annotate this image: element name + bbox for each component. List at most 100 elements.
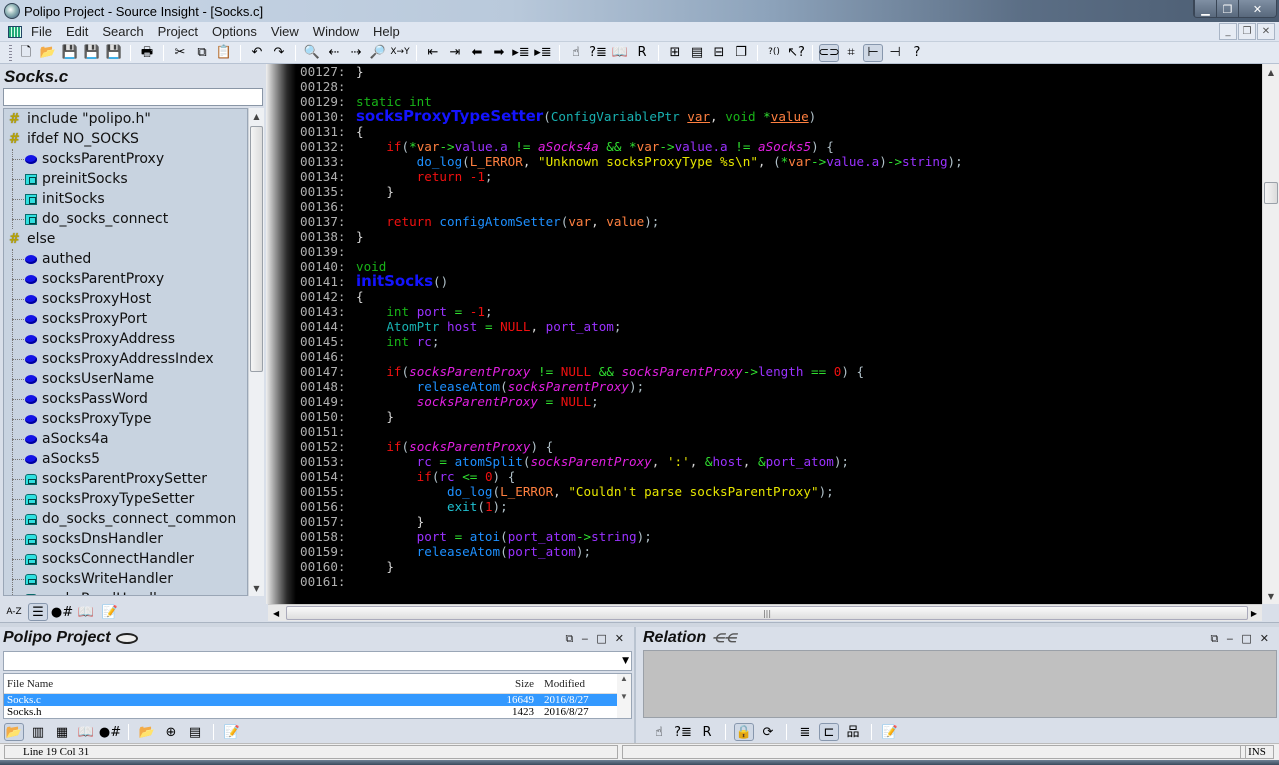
search-forward-button[interactable]: ⇢ bbox=[346, 44, 366, 62]
symbol-list-item[interactable]: do_socks_connect_common bbox=[4, 509, 247, 529]
symbol-list-item[interactable]: socksDnsHandler bbox=[4, 529, 247, 549]
symbol-list-item[interactable]: socksParentProxy bbox=[4, 149, 247, 169]
go-forward-button[interactable]: ➡ bbox=[489, 44, 509, 62]
copy-button[interactable]: ⧉ bbox=[192, 44, 212, 62]
symbol-list-item[interactable]: do_socks_connect bbox=[4, 209, 247, 229]
symbol-types-button[interactable]: ●# bbox=[99, 723, 121, 741]
panel-properties-button[interactable]: 📝 bbox=[222, 723, 242, 741]
open-folder-button[interactable]: 📂 bbox=[38, 44, 58, 62]
new-file-button[interactable]: 🗋 bbox=[16, 44, 36, 62]
symbol-list-item[interactable]: socksUserName bbox=[4, 369, 247, 389]
symbol-list-item[interactable]: authed bbox=[4, 249, 247, 269]
jump-to-caller-button[interactable]: ▸≣ bbox=[511, 44, 531, 62]
help-topics-button[interactable]: ? bbox=[907, 44, 927, 62]
save-as-button[interactable]: 💾 bbox=[82, 44, 102, 62]
symbol-info-button[interactable]: ?≣ bbox=[673, 723, 693, 741]
open-project-button[interactable]: 📂 bbox=[137, 723, 157, 741]
editor-vertical-scrollbar[interactable]: ▲ ▼ bbox=[1262, 64, 1279, 604]
symbol-list-item[interactable]: aSocks4a bbox=[4, 429, 247, 449]
symbol-list-scrollbar[interactable]: ▲ ▼ bbox=[248, 108, 264, 596]
column-file-name[interactable]: File Name bbox=[4, 678, 474, 690]
outline-view-button[interactable]: ≣ bbox=[795, 723, 815, 741]
column-size[interactable]: Size bbox=[474, 678, 538, 690]
file-directory-button[interactable]: ▥ bbox=[28, 723, 48, 741]
panel-properties-button[interactable]: 📝 bbox=[100, 603, 120, 621]
float-panel-button[interactable]: ⧉ bbox=[1211, 632, 1219, 646]
document-menu-icon[interactable] bbox=[8, 25, 22, 38]
cut-button[interactable]: ✂ bbox=[170, 44, 190, 62]
menu-edit[interactable]: Edit bbox=[59, 24, 95, 39]
browse-project-symbols-button[interactable]: 📖 bbox=[610, 44, 630, 62]
next-bookmark-button[interactable]: ⇥ bbox=[445, 44, 465, 62]
symbol-list-item[interactable]: preinitSocks bbox=[4, 169, 247, 189]
close-window-button[interactable]: ✕ bbox=[1238, 0, 1276, 17]
symbol-list-item[interactable]: socksProxyTypeSetter bbox=[4, 489, 247, 509]
search-backward-button[interactable]: ⇠ bbox=[324, 44, 344, 62]
symbol-list-item[interactable]: socksProxyHost bbox=[4, 289, 247, 309]
lookup-references-button[interactable]: ☝ bbox=[566, 44, 586, 62]
symbol-list-item[interactable]: socksProxyAddress bbox=[4, 329, 247, 349]
paste-button[interactable]: 📋 bbox=[214, 44, 234, 62]
maximize-panel-button[interactable]: □ bbox=[1241, 632, 1251, 646]
symbol-list-item[interactable]: socksPassWord bbox=[4, 389, 247, 409]
menu-project[interactable]: Project bbox=[151, 24, 205, 39]
symbol-list-item[interactable]: # include "polipo.h" bbox=[4, 109, 247, 129]
redo-button[interactable]: ↷ bbox=[269, 44, 289, 62]
symbol-list-item[interactable]: socksProxyAddressIndex bbox=[4, 349, 247, 369]
symbol-list-item[interactable]: # else bbox=[4, 229, 247, 249]
symbol-list-item[interactable]: aSocks5 bbox=[4, 449, 247, 469]
project-report-button[interactable]: ▤ bbox=[185, 723, 205, 741]
vertical-graph-button[interactable]: 品 bbox=[843, 723, 863, 741]
scroll-left-arrow[interactable]: ◀ bbox=[273, 609, 279, 618]
print-button[interactable]: 🖶 bbox=[137, 44, 157, 62]
file-list-row[interactable]: Socks.h 1423 2016/8/27 bbox=[4, 706, 631, 718]
menu-view[interactable]: View bbox=[264, 24, 306, 39]
relation-graph-area[interactable] bbox=[643, 650, 1277, 718]
symbol-list-item[interactable]: socksProxyType bbox=[4, 409, 247, 429]
symbol-list-item[interactable]: socksWriteHandler bbox=[4, 569, 247, 589]
symbol-list-item[interactable]: socksParentProxySetter bbox=[4, 469, 247, 489]
lock-button[interactable]: 🔒 bbox=[734, 723, 754, 741]
undo-button[interactable]: ↶ bbox=[247, 44, 267, 62]
menu-help[interactable]: Help bbox=[366, 24, 407, 39]
go-back-button[interactable]: ⬅ bbox=[467, 44, 487, 62]
browse-button[interactable]: 📖 bbox=[76, 603, 96, 621]
minimize-panel-button[interactable]: ‒ bbox=[1226, 632, 1233, 646]
menu-options[interactable]: Options bbox=[205, 24, 264, 39]
panel-properties-button[interactable]: 📝 bbox=[880, 723, 900, 741]
split-window-button[interactable]: ⊟ bbox=[709, 44, 729, 62]
relation-button[interactable]: R bbox=[697, 723, 717, 741]
maximize-panel-button[interactable]: □ bbox=[596, 632, 606, 646]
browse-button[interactable]: 📖 bbox=[76, 723, 96, 741]
context-window-button[interactable]: ⌗ bbox=[841, 44, 861, 62]
symbol-list-item[interactable]: initSocks bbox=[4, 189, 247, 209]
float-panel-button[interactable]: ⧉ bbox=[566, 632, 574, 646]
scroll-thumb[interactable] bbox=[1264, 182, 1278, 204]
file-list-row[interactable]: Socks.c 16649 2016/8/27 bbox=[4, 694, 631, 706]
file-list-button[interactable]: 📂 bbox=[4, 723, 24, 741]
minimize-panel-button[interactable]: ‒ bbox=[581, 632, 588, 646]
symbol-list-item[interactable]: socksReadHandler bbox=[4, 589, 247, 595]
symbol-list-item[interactable]: socksConnectHandler bbox=[4, 549, 247, 569]
symbol-list-item[interactable]: # ifdef NO_SOCKS bbox=[4, 129, 247, 149]
save-all-button[interactable]: 💾 bbox=[104, 44, 124, 62]
scroll-up-arrow[interactable]: ▲ bbox=[249, 108, 264, 124]
menu-search[interactable]: Search bbox=[95, 24, 150, 39]
column-modified[interactable]: Modified bbox=[538, 678, 610, 690]
mdi-minimize-button[interactable]: _ bbox=[1219, 23, 1237, 40]
project-window-button[interactable]: ⊂⊃ bbox=[818, 43, 840, 62]
mdi-close-button[interactable]: ✕ bbox=[1257, 23, 1275, 40]
menu-window[interactable]: Window bbox=[306, 24, 366, 39]
file-list-scrollbar[interactable]: ▲ ▼ bbox=[617, 674, 631, 718]
restore-window-button[interactable]: ❐ bbox=[1216, 0, 1238, 17]
symbol-search-input[interactable] bbox=[3, 88, 263, 106]
lookup-references-button[interactable]: ☝ bbox=[649, 723, 669, 741]
editor-horizontal-scrollbar[interactable]: ◀ ||| ▶ bbox=[268, 604, 1262, 621]
symbol-window-button[interactable]: ⊢ bbox=[863, 43, 883, 62]
search-files-button[interactable]: 🔎 bbox=[368, 44, 388, 62]
symbol-info-button[interactable]: ?≣ bbox=[588, 44, 608, 62]
symbol-list-item[interactable]: socksProxyPort bbox=[4, 309, 247, 329]
scroll-down-arrow[interactable]: ▼ bbox=[249, 580, 264, 596]
save-button[interactable]: 💾 bbox=[60, 44, 80, 62]
context-help-button[interactable]: ↖? bbox=[786, 44, 806, 62]
